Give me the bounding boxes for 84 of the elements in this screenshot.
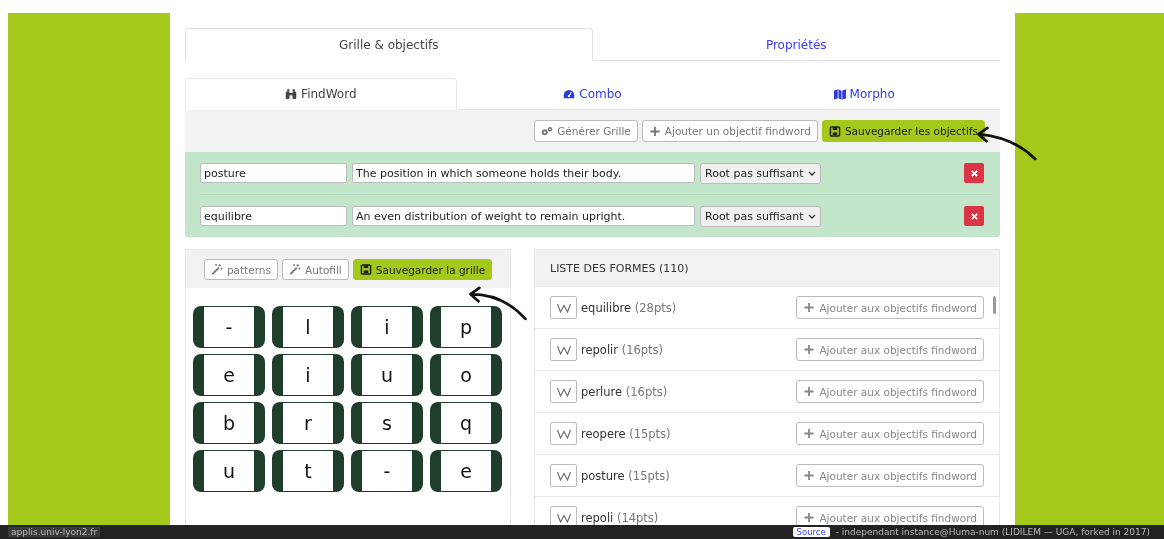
generate-button[interactable]: Générer Grille: [534, 120, 638, 142]
binoculars-icon: [285, 88, 298, 100]
delete-button[interactable]: [964, 206, 984, 226]
letter-tile[interactable]: b: [193, 402, 265, 444]
w-icon: [556, 344, 571, 355]
letter-tile[interactable]: t: [272, 450, 344, 492]
wiktionary-button[interactable]: [550, 296, 577, 319]
w-icon: [556, 386, 571, 397]
tab[interactable]: Morpho: [728, 78, 1000, 110]
tab[interactable]: FindWord: [185, 78, 457, 110]
plus-icon: [803, 386, 816, 397]
add-button[interactable]: Ajouter aux objectifs findword: [796, 422, 984, 445]
letter-tile[interactable]: s: [351, 402, 423, 444]
footer-text: - independant instance@Huma-num (LIDILEM — UGA, forked in 2017): [835, 527, 1150, 537]
w-icon: [556, 512, 571, 523]
form-word: equilibre (28pts): [581, 300, 677, 315]
forms-title: LISTE DES FORMES (110): [550, 261, 689, 275]
letter-tile[interactable]: i: [351, 306, 423, 348]
definition-field[interactable]: An even distribution of weight to remain upright.: [352, 206, 695, 226]
tab[interactable]: Grille & objectifs: [185, 28, 593, 61]
url-label: applis.univ-lyon2.fr: [8, 527, 101, 537]
save-button[interactable]: Sauvegarder la grille: [352, 259, 493, 280]
form-word: repolir (16pts): [581, 342, 664, 357]
wand-icon: [288, 264, 301, 275]
delete-button[interactable]: [964, 163, 984, 183]
gears-icon: [541, 125, 554, 137]
tab[interactable]: Propriétés: [592, 28, 1000, 61]
letter-tile[interactable]: u: [351, 354, 423, 396]
letter-tile[interactable]: e: [430, 450, 502, 492]
add-button[interactable]: Ajouter aux objectifs findword: [796, 506, 984, 525]
letter-tile[interactable]: r: [272, 402, 344, 444]
letter-tile[interactable]: u: [193, 450, 265, 492]
scrollbar[interactable]: [993, 296, 996, 314]
form-word: reopere (15pts): [581, 426, 671, 441]
wand-icon: [210, 264, 223, 275]
save-icon: [359, 264, 372, 275]
letter-tile[interactable]: -: [351, 450, 423, 492]
form-word: repoli (14pts): [581, 510, 659, 525]
caret-icon: [808, 213, 817, 219]
plus-icon: [803, 470, 816, 481]
word-field[interactable]: equilibre: [200, 206, 347, 226]
plus-icon: [803, 428, 816, 439]
map-icon: [833, 88, 846, 100]
arrow-drawing: [467, 285, 529, 321]
form-word: posture (15pts): [581, 468, 670, 483]
source-badge[interactable]: Source: [792, 527, 830, 537]
caret-icon: [808, 170, 817, 176]
letter-tile[interactable]: e: [193, 354, 265, 396]
add-button[interactable]: Ajouter aux objectifs findword: [796, 464, 984, 487]
plus-icon: [803, 344, 816, 355]
mode-dropdown[interactable]: Root pas suffisant: [700, 205, 822, 227]
w-icon: [556, 428, 571, 439]
plus-icon: [803, 302, 816, 313]
wiktionary-button[interactable]: [550, 422, 577, 445]
add-button[interactable]: Ajouter aux objectifs findword: [796, 296, 984, 319]
add-button[interactable]: Ajouter aux objectifs findword: [796, 338, 984, 361]
letter-tile[interactable]: -: [193, 306, 265, 348]
add-button[interactable]: Ajouter aux objectifs findword: [796, 380, 984, 403]
form-word: perlure (16pts): [581, 384, 668, 399]
tab[interactable]: Combo: [456, 78, 729, 110]
close-icon: [969, 211, 979, 221]
w-icon: [556, 302, 571, 313]
gauge-icon: [563, 88, 576, 100]
wiktionary-button[interactable]: [550, 380, 577, 403]
close-icon: [969, 168, 979, 178]
save-icon: [828, 125, 841, 137]
wiktionary-button[interactable]: [550, 338, 577, 361]
w-icon: [556, 470, 571, 481]
plus-icon: [648, 125, 661, 137]
wiktionary-button[interactable]: [550, 464, 577, 487]
add-button[interactable]: Ajouter un objectif findword: [641, 120, 818, 142]
letter-tile[interactable]: i: [272, 354, 344, 396]
letter-tile[interactable]: p: [430, 306, 502, 348]
letter-tile[interactable]: l: [272, 306, 344, 348]
mode-dropdown[interactable]: Root pas suffisant: [700, 162, 822, 184]
definition-field[interactable]: The position in which someone holds their body.: [352, 163, 695, 183]
word-field[interactable]: posture: [200, 163, 347, 183]
wiktionary-button[interactable]: [550, 506, 577, 525]
tool-button[interactable]: Autofill: [281, 259, 349, 280]
plus-icon: [803, 512, 816, 523]
letter-tile[interactable]: q: [430, 402, 502, 444]
tool-button[interactable]: patterns: [203, 259, 278, 280]
letter-tile[interactable]: o: [430, 354, 502, 396]
save-button[interactable]: Sauvegarder les objectifs: [821, 120, 985, 142]
